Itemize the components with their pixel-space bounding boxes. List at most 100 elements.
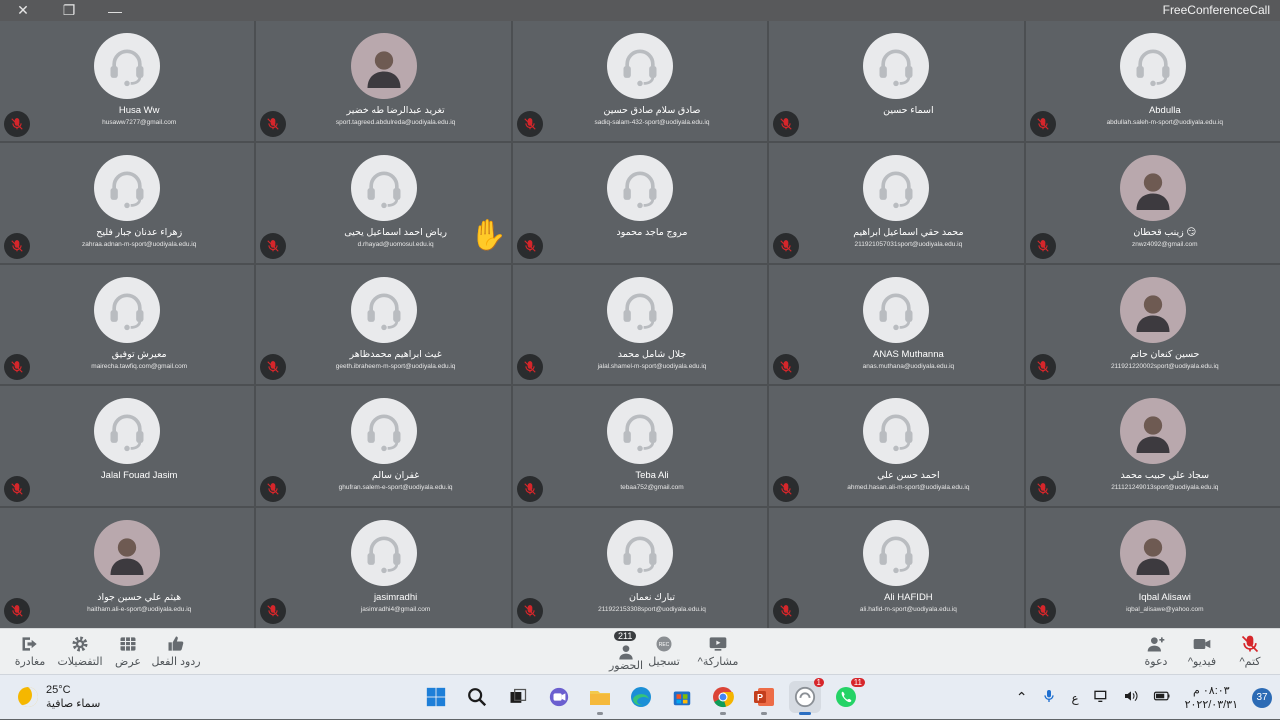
clock[interactable]: ٠٨:٠٣ م ٢٠٢٢/٠٣/٣١ xyxy=(1185,684,1238,712)
mic-muted-icon xyxy=(260,354,287,381)
participant-tile[interactable]: هيثم علي حسين جواد haitham.ali-e-sport@uo… xyxy=(0,508,255,628)
headset-icon xyxy=(94,33,161,99)
participant-name: Abdulla xyxy=(1148,105,1181,116)
task-view-icon[interactable] xyxy=(502,681,534,713)
minimize-icon[interactable]: — xyxy=(92,0,138,21)
participant-tile[interactable]: Teba Ali tebaa752@gmail.com xyxy=(512,386,768,507)
participant-tile[interactable]: Iqbal Alisawi iqbal_alisawe@yahoo.com xyxy=(1025,508,1280,628)
participant-email: ghufran.salem-e-sport@uodiyala.edu.iq xyxy=(338,484,453,492)
language-indicator[interactable]: ع xyxy=(1071,691,1078,705)
participant-tile[interactable]: Jalal Fouad Jasim xyxy=(0,386,255,507)
participant-email: ali.hafid-m-sport@uodiyala.edu.iq xyxy=(859,606,957,614)
headset-icon xyxy=(350,398,417,465)
reactions-button[interactable]: ردود الفعل xyxy=(148,633,204,673)
participant-tile[interactable]: تغريد عبدالرضا طه خضير sport.tagreed.abdu… xyxy=(256,21,511,141)
participant-name: غفران سالم xyxy=(371,470,420,482)
participant-name: تبارك نعمان xyxy=(628,592,676,604)
weather-widget[interactable]: 25°C سماء صافية xyxy=(18,683,100,711)
participant-tile[interactable]: محمد حقي اسماعيل ابراهيم 211921057031spor… xyxy=(769,142,1024,263)
mute-button[interactable]: ^كتم xyxy=(1222,633,1278,673)
participant-tile[interactable]: ANAS Muthanna anas.muthana@uodiyala.edu.i… xyxy=(769,264,1024,385)
teams-chat-icon[interactable] xyxy=(543,681,575,713)
edge-browser-icon[interactable] xyxy=(625,681,657,713)
volume-icon[interactable] xyxy=(1123,688,1139,707)
participant-tile[interactable]: معيرش توفيق mairecha.tawfiq.com@gmail.com xyxy=(0,264,255,385)
participant-email: tebaa752@gmail.com xyxy=(620,484,684,492)
participant-tile[interactable]: jasimradhi jasimradhi4@gmail.com xyxy=(256,508,511,628)
participant-email: 211921057031sport@uodiyala.edu.iq xyxy=(854,240,963,248)
participant-name: Iqbal Alisawi xyxy=(1138,592,1191,604)
participant-name: اسماء حسين xyxy=(883,105,934,116)
mic-muted-icon xyxy=(773,598,800,624)
participant-name: حسين كنعان حاتم xyxy=(1130,348,1200,360)
participant-tile[interactable]: غيث ابراهيم محمدظاهر geeth.ibraheem-m-spo… xyxy=(256,264,511,385)
participant-grid: Husa Ww husaww7277@gmail.com تغريد عبدالرض… xyxy=(0,21,1280,628)
conference-app-badge: 1 xyxy=(813,678,824,687)
chevron-up-icon[interactable]: ⌃ xyxy=(1016,689,1028,706)
clock-date: ٢٠٢٢/٠٣/٣١ xyxy=(1184,698,1238,711)
file-explorer-icon[interactable] xyxy=(584,681,616,715)
mute-label: ^كتم xyxy=(1239,656,1261,668)
participant-email: jasimradhi4@gmail.com xyxy=(360,606,431,614)
participant-tile[interactable]: جلال شامل محمد jalal.shamel-m-sport@uodiy… xyxy=(512,264,768,385)
share-button[interactable]: ^مشاركة xyxy=(690,633,746,673)
view-label: عرض xyxy=(115,656,141,668)
participant-tile[interactable]: سجاد علي حبيب محمد 211121249013sport@uodi… xyxy=(1025,386,1280,507)
participant-name: محمد حقي اسماعيل ابراهيم xyxy=(853,226,964,238)
record-label: تسجيل xyxy=(648,656,680,668)
participant-tile[interactable]: تبارك نعمان 211922153308sport@uodiyala.ed… xyxy=(512,508,768,628)
participant-tile[interactable]: حسين كنعان حاتم 211921220002sport@uodiyal… xyxy=(1025,264,1280,385)
participant-email: abdullah.saleh-m-sport@uodiyala.edu.iq xyxy=(1106,119,1224,126)
powerpoint-icon[interactable]: P xyxy=(748,681,780,715)
conference-app-icon[interactable]: 1 xyxy=(789,678,824,715)
participant-tile[interactable]: مروج ماجد محمود xyxy=(512,142,768,263)
chrome-icon[interactable] xyxy=(707,681,739,715)
battery-icon[interactable] xyxy=(1153,687,1171,708)
mic-muted-icon xyxy=(516,232,543,259)
participant-photo xyxy=(1119,398,1186,465)
search-icon[interactable] xyxy=(461,681,493,713)
participant-name: مروج ماجد محمود xyxy=(616,226,688,238)
participant-tile[interactable]: احمد حسن علي ahmed.hasan.ali-m-sport@uodi… xyxy=(769,386,1024,507)
participant-name: زهراء عدنان جبار فليح xyxy=(96,226,183,238)
restore-icon[interactable]: ❐ xyxy=(46,0,92,21)
participant-tile[interactable]: Abdulla abdullah.saleh-m-sport@uodiyala.e… xyxy=(1025,21,1280,141)
participant-tile[interactable]: Ali HAFIDH ali.hafid-m-sport@uodiyala.edu… xyxy=(769,508,1024,628)
participant-tile[interactable]: زينب قحطان 😏 znwz4092@gmail.com xyxy=(1025,142,1280,263)
headset-icon xyxy=(350,276,417,343)
participant-email: sport.tagreed.abdulreda@uodiyala.edu.iq xyxy=(335,119,456,126)
participant-email: jalal.shamel-m-sport@uodiyala.edu.iq xyxy=(597,362,707,370)
participant-tile[interactable]: اسماء حسين xyxy=(769,21,1024,141)
thumbs-up-icon xyxy=(166,633,186,655)
participant-email: zahraa.adnan-m-sport@uodiyala.edu.iq xyxy=(82,240,197,248)
mic-muted-icon xyxy=(4,476,30,503)
preferences-label: التفضيلات xyxy=(57,656,103,668)
participant-name: معيرش توفيق xyxy=(111,348,167,360)
close-icon[interactable]: ✕ xyxy=(0,0,46,21)
participant-email: geeth.ibraheem-m-sport@uodiyala.edu.iq xyxy=(335,362,456,370)
store-icon[interactable] xyxy=(666,681,698,713)
weather-temperature: 25°C xyxy=(46,684,71,696)
leave-button[interactable]: مغادرة xyxy=(2,633,58,673)
participant-name: Husa Ww xyxy=(118,105,160,116)
record-button[interactable]: REC تسجيل xyxy=(636,633,692,673)
participant-tile[interactable]: Husa Ww husaww7277@gmail.com xyxy=(0,21,255,141)
participant-email: znwz4092@gmail.com xyxy=(1132,240,1198,248)
participant-email: sadiq-salam-432-sport@uodiyala.edu.iq xyxy=(594,119,710,126)
participant-tile[interactable]: صادق سلام صادق حسين sadiq-salam-432-sport… xyxy=(512,21,768,141)
whatsapp-icon[interactable]: 11 xyxy=(830,678,865,713)
mic-muted-icon xyxy=(1029,354,1056,381)
app-title: FreeConferenceCall xyxy=(1162,3,1270,17)
headset-icon xyxy=(606,33,673,99)
headset-icon xyxy=(863,520,930,587)
mic-muted-icon xyxy=(4,598,30,624)
mic-muted-icon xyxy=(1029,110,1056,137)
windows-start-icon[interactable] xyxy=(420,681,452,713)
participant-tile[interactable]: رياض احمد اسماعيل يحيى d.rhayad@uomosul.e… xyxy=(256,142,511,263)
participant-tile[interactable]: زهراء عدنان جبار فليح zahraa.adnan-m-spor… xyxy=(0,142,255,263)
microphone-icon[interactable] xyxy=(1041,688,1057,707)
network-icon[interactable] xyxy=(1093,688,1109,707)
attendance-count: 211 xyxy=(614,631,637,641)
participant-tile[interactable]: غفران سالم ghufran.salem-e-sport@uodiyala… xyxy=(256,386,511,507)
notification-center-badge[interactable]: 37 xyxy=(1252,687,1272,708)
